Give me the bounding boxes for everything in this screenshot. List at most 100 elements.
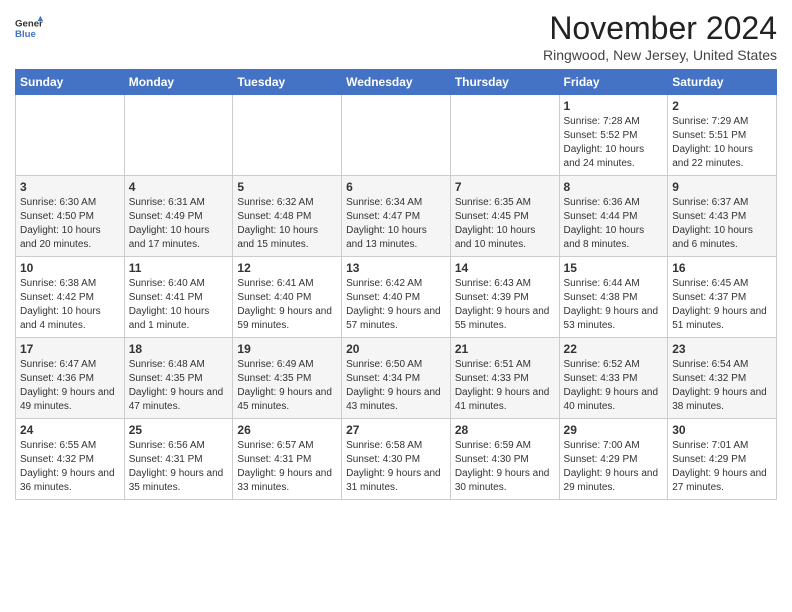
weekday-header-friday: Friday: [559, 70, 668, 95]
day-number: 20: [346, 342, 446, 356]
day-info: Sunrise: 6:47 AM Sunset: 4:36 PM Dayligh…: [20, 358, 120, 414]
day-number: 27: [346, 423, 446, 437]
day-number: 13: [346, 261, 446, 275]
calendar-cell: 5Sunrise: 6:32 AM Sunset: 4:48 PM Daylig…: [233, 176, 342, 257]
month-title: November 2024: [543, 10, 777, 47]
day-info: Sunrise: 6:38 AM Sunset: 4:42 PM Dayligh…: [20, 277, 120, 333]
day-info: Sunrise: 7:29 AM Sunset: 5:51 PM Dayligh…: [672, 115, 772, 171]
calendar-cell: 22 Sunrise: 6:52 AM Sunset: 4:33 PM Dayli…: [559, 338, 668, 419]
calendar-cell: 2 Sunrise: 7:29 AM Sunset: 5:51 PM Daylig…: [668, 95, 777, 176]
day-number: 24: [20, 423, 120, 437]
calendar-cell: [342, 95, 451, 176]
calendar-cell: 21 Sunrise: 6:51 AM Sunset: 4:33 PM Dayli…: [450, 338, 559, 419]
day-info: Sunrise: 6:40 AM Sunset: 4:41 PM Dayligh…: [129, 277, 229, 333]
calendar-table: SundayMondayTuesdayWednesdayThursdayFrid…: [15, 69, 777, 500]
calendar-cell: [16, 95, 125, 176]
day-number: 9: [672, 180, 772, 194]
calendar-cell: [450, 95, 559, 176]
day-number: 29: [564, 423, 664, 437]
day-info: Sunrise: 7:01 AM Sunset: 4:29 PM Dayligh…: [672, 439, 772, 495]
day-number: 6: [346, 180, 446, 194]
calendar-cell: 28 Sunrise: 6:59 AM Sunset: 4:30 PM Dayli…: [450, 419, 559, 500]
calendar-cell: 3 Sunrise: 6:30 AM Sunset: 4:50 PM Daylig…: [16, 176, 125, 257]
day-info: Sunrise: 6:35 AM Sunset: 4:45 PM Dayligh…: [455, 196, 555, 252]
calendar-cell: 30 Sunrise: 7:01 AM Sunset: 4:29 PM Dayli…: [668, 419, 777, 500]
day-info: Sunrise: 6:45 AM Sunset: 4:37 PM Dayligh…: [672, 277, 772, 333]
day-number: 23: [672, 342, 772, 356]
day-number: 10: [20, 261, 120, 275]
day-number: 14: [455, 261, 555, 275]
calendar-cell: 17 Sunrise: 6:47 AM Sunset: 4:36 PM Dayli…: [16, 338, 125, 419]
day-info: Sunrise: 6:36 AM Sunset: 4:44 PM Dayligh…: [564, 196, 664, 252]
day-number: 12: [237, 261, 337, 275]
day-number: 2: [672, 99, 772, 113]
calendar-cell: 11 Sunrise: 6:40 AM Sunset: 4:41 PM Dayli…: [124, 257, 233, 338]
calendar-cell: 7Sunrise: 6:35 AM Sunset: 4:45 PM Daylig…: [450, 176, 559, 257]
calendar-week-2: 10 Sunrise: 6:38 AM Sunset: 4:42 PM Dayli…: [16, 257, 777, 338]
calendar-cell: 25Sunrise: 6:56 AM Sunset: 4:31 PM Dayli…: [124, 419, 233, 500]
day-info: Sunrise: 7:28 AM Sunset: 5:52 PM Dayligh…: [564, 115, 664, 171]
calendar-cell: 9Sunrise: 6:37 AM Sunset: 4:43 PM Daylig…: [668, 176, 777, 257]
day-number: 15: [564, 261, 664, 275]
calendar-cell: 15 Sunrise: 6:44 AM Sunset: 4:38 PM Dayli…: [559, 257, 668, 338]
day-number: 19: [237, 342, 337, 356]
calendar-cell: 19 Sunrise: 6:49 AM Sunset: 4:35 PM Dayli…: [233, 338, 342, 419]
calendar-cell: 27 Sunrise: 6:58 AM Sunset: 4:30 PM Dayli…: [342, 419, 451, 500]
calendar-cell: 16 Sunrise: 6:45 AM Sunset: 4:37 PM Dayli…: [668, 257, 777, 338]
calendar-week-0: 1 Sunrise: 7:28 AM Sunset: 5:52 PM Daylig…: [16, 95, 777, 176]
location: Ringwood, New Jersey, United States: [543, 47, 777, 63]
weekday-header-thursday: Thursday: [450, 70, 559, 95]
day-info: Sunrise: 6:49 AM Sunset: 4:35 PM Dayligh…: [237, 358, 337, 414]
day-number: 25: [129, 423, 229, 437]
weekday-header-monday: Monday: [124, 70, 233, 95]
day-info: Sunrise: 7:00 AM Sunset: 4:29 PM Dayligh…: [564, 439, 664, 495]
day-number: 26: [237, 423, 337, 437]
calendar-cell: 23 Sunrise: 6:54 AM Sunset: 4:32 PM Dayli…: [668, 338, 777, 419]
calendar-cell: 18Sunrise: 6:48 AM Sunset: 4:35 PM Dayli…: [124, 338, 233, 419]
day-number: 4: [129, 180, 229, 194]
calendar-week-3: 17 Sunrise: 6:47 AM Sunset: 4:36 PM Dayli…: [16, 338, 777, 419]
day-info: Sunrise: 6:30 AM Sunset: 4:50 PM Dayligh…: [20, 196, 120, 252]
day-number: 28: [455, 423, 555, 437]
day-info: Sunrise: 6:31 AM Sunset: 4:49 PM Dayligh…: [129, 196, 229, 252]
day-info: Sunrise: 6:42 AM Sunset: 4:40 PM Dayligh…: [346, 277, 446, 333]
day-number: 30: [672, 423, 772, 437]
calendar-cell: 29 Sunrise: 7:00 AM Sunset: 4:29 PM Dayli…: [559, 419, 668, 500]
calendar-cell: 14 Sunrise: 6:43 AM Sunset: 4:39 PM Dayli…: [450, 257, 559, 338]
svg-text:Blue: Blue: [15, 29, 36, 40]
calendar-cell: 1 Sunrise: 7:28 AM Sunset: 5:52 PM Daylig…: [559, 95, 668, 176]
day-info: Sunrise: 6:32 AM Sunset: 4:48 PM Dayligh…: [237, 196, 337, 252]
day-info: Sunrise: 6:48 AM Sunset: 4:35 PM Dayligh…: [129, 358, 229, 414]
weekday-header-wednesday: Wednesday: [342, 70, 451, 95]
day-info: Sunrise: 6:54 AM Sunset: 4:32 PM Dayligh…: [672, 358, 772, 414]
calendar-cell: [233, 95, 342, 176]
day-number: 16: [672, 261, 772, 275]
calendar-cell: 4 Sunrise: 6:31 AM Sunset: 4:49 PM Daylig…: [124, 176, 233, 257]
day-info: Sunrise: 6:50 AM Sunset: 4:34 PM Dayligh…: [346, 358, 446, 414]
calendar-cell: 10 Sunrise: 6:38 AM Sunset: 4:42 PM Dayli…: [16, 257, 125, 338]
calendar-cell: 8 Sunrise: 6:36 AM Sunset: 4:44 PM Daylig…: [559, 176, 668, 257]
day-info: Sunrise: 6:51 AM Sunset: 4:33 PM Dayligh…: [455, 358, 555, 414]
weekday-header-tuesday: Tuesday: [233, 70, 342, 95]
day-info: Sunrise: 6:58 AM Sunset: 4:30 PM Dayligh…: [346, 439, 446, 495]
calendar-cell: 13 Sunrise: 6:42 AM Sunset: 4:40 PM Dayli…: [342, 257, 451, 338]
day-number: 11: [129, 261, 229, 275]
day-info: Sunrise: 6:52 AM Sunset: 4:33 PM Dayligh…: [564, 358, 664, 414]
calendar-cell: 6Sunrise: 6:34 AM Sunset: 4:47 PM Daylig…: [342, 176, 451, 257]
calendar-header: SundayMondayTuesdayWednesdayThursdayFrid…: [16, 70, 777, 95]
calendar-week-1: 3 Sunrise: 6:30 AM Sunset: 4:50 PM Daylig…: [16, 176, 777, 257]
calendar-cell: 20 Sunrise: 6:50 AM Sunset: 4:34 PM Dayli…: [342, 338, 451, 419]
day-number: 22: [564, 342, 664, 356]
calendar-week-4: 24Sunrise: 6:55 AM Sunset: 4:32 PM Dayli…: [16, 419, 777, 500]
day-info: Sunrise: 6:43 AM Sunset: 4:39 PM Dayligh…: [455, 277, 555, 333]
day-info: Sunrise: 6:59 AM Sunset: 4:30 PM Dayligh…: [455, 439, 555, 495]
day-info: Sunrise: 6:44 AM Sunset: 4:38 PM Dayligh…: [564, 277, 664, 333]
logo: General Blue: [15, 14, 43, 42]
day-number: 21: [455, 342, 555, 356]
day-number: 3: [20, 180, 120, 194]
weekday-header-saturday: Saturday: [668, 70, 777, 95]
day-number: 8: [564, 180, 664, 194]
day-number: 17: [20, 342, 120, 356]
title-area: November 2024 Ringwood, New Jersey, Unit…: [543, 10, 777, 63]
day-number: 1: [564, 99, 664, 113]
